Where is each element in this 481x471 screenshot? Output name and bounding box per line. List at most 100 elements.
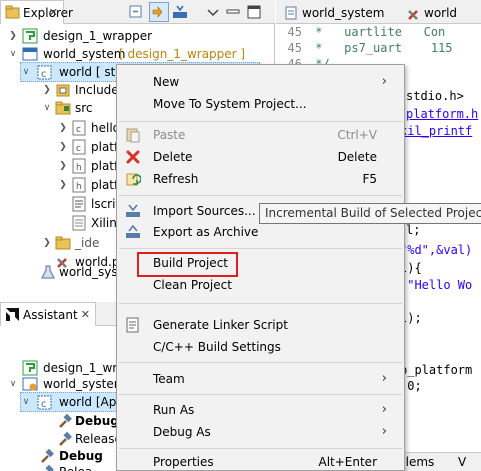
menu-item-paste: Paste Ctrl+V <box>117 124 404 146</box>
menu-item-refresh[interactable]: Refresh F5 <box>117 168 404 190</box>
export-icon <box>126 224 140 238</box>
collapse-all-icon[interactable] <box>128 4 144 20</box>
menu-item-c-cpp-build-settings[interactable]: C/C++ Build Settings <box>117 336 404 358</box>
menu-item-label: Paste <box>153 128 186 142</box>
tab-other[interactable]: V <box>458 455 466 469</box>
menu-item-run-as[interactable]: Run As › <box>117 399 404 421</box>
menu-item-delete[interactable]: Delete Delete <box>117 146 404 168</box>
build-icon[interactable] <box>172 4 188 20</box>
tooltip: Incremental Build of Selected Projects <box>259 203 481 224</box>
menu-item-new[interactable]: New › <box>117 71 404 93</box>
menu-item-team[interactable]: Team › <box>117 368 404 390</box>
chevron-right-icon[interactable]: ❯ <box>58 118 68 138</box>
flask-icon <box>41 265 55 279</box>
code-text: l; <box>406 223 421 237</box>
editor-tab-world-system[interactable]: world_system <box>280 2 392 24</box>
amd-logo-icon <box>6 308 19 321</box>
chevron-right-icon[interactable]: ❯ <box>42 233 52 253</box>
tree-item-label: world_system <box>43 377 126 391</box>
tree-item-label: world_system <box>43 47 126 61</box>
system-project-icon <box>22 47 38 61</box>
tab-assistant[interactable]: Assistant ✕ <box>0 302 96 326</box>
svg-text:h: h <box>76 163 82 173</box>
tools-icon <box>408 10 418 20</box>
menu-item-debug-as[interactable]: Debug As › <box>117 421 404 443</box>
editor-tab-label: world_system <box>302 6 385 20</box>
chevron-right-icon[interactable]: ❯ <box>8 26 18 46</box>
code-text: * ps7_uart 115 <box>308 41 453 55</box>
menu-item-generate-linker-script[interactable]: Generate Linker Script <box>117 314 404 336</box>
menu-item-label: Run As <box>153 403 195 417</box>
menu-separator <box>119 303 402 304</box>
maximize-icon[interactable] <box>246 4 262 20</box>
menu-separator <box>119 394 402 395</box>
code-line: 45 * uartlite Con <box>276 24 446 40</box>
application-project-icon: c <box>37 65 52 80</box>
view-menu-icon[interactable] <box>205 4 221 20</box>
menu-separator <box>119 121 402 122</box>
tree-item-label: platf <box>91 178 119 192</box>
menu-item-label: New <box>153 75 180 89</box>
code-line: 45 * ps7_uart 115 <box>276 40 453 56</box>
platform-project-icon <box>22 28 38 44</box>
delete-icon <box>126 150 140 164</box>
close-icon[interactable]: ✕ <box>49 1 58 25</box>
close-icon[interactable]: ✕ <box>81 303 90 327</box>
submenu-arrow-icon: › <box>381 74 387 89</box>
document-icon <box>285 6 297 20</box>
submenu-arrow-icon: › <box>381 402 387 417</box>
hammer-icon <box>41 448 54 463</box>
line-number: 45 <box>287 25 302 39</box>
menu-item-clean-project[interactable]: Clean Project <box>117 274 404 296</box>
menu-item-shortcut: Alt+Enter <box>318 455 377 469</box>
tab-assistant-label: Assistant <box>23 308 78 322</box>
code-line: "%d",&val) <box>400 242 472 258</box>
menu-separator <box>119 448 402 449</box>
c-file-icon: c <box>72 139 86 155</box>
menu-separator <box>119 195 402 196</box>
link-editor-icon[interactable] <box>149 2 169 22</box>
editor-tab-world[interactable]: world <box>402 2 465 24</box>
menu-separator <box>119 362 402 363</box>
submenu-arrow-icon: › <box>381 371 387 386</box>
chevron-down-icon[interactable]: ∨ <box>21 62 31 82</box>
chevron-right-icon[interactable]: ❯ <box>58 137 68 157</box>
tree-item-label: platf <box>91 159 119 173</box>
chevron-down-icon[interactable]: ∨ <box>42 98 52 118</box>
svg-text:c: c <box>76 125 81 135</box>
refresh-icon <box>126 173 141 186</box>
menu-item-label: Export as Archive <box>153 225 259 239</box>
menu-item-properties[interactable]: Properties Alt+Enter <box>117 451 404 471</box>
code-text: platform.h <box>406 107 479 121</box>
menu-item-move-to-system-project[interactable]: Move To System Project... <box>117 93 404 115</box>
menu-item-export-as-archive[interactable]: Export as Archive <box>117 221 404 243</box>
explorer-tabbar: Explorer ✕ <box>0 0 275 24</box>
code-line: ("Hello Wo <box>400 277 472 293</box>
tab-explorer[interactable]: Explorer ✕ <box>0 0 73 25</box>
menu-item-shortcut: F5 <box>362 172 377 186</box>
chevron-right-icon[interactable]: ❯ <box>58 175 68 195</box>
chevron-down-icon[interactable]: ∨ <box>21 392 31 412</box>
chevron-down-icon[interactable]: ∨ <box>8 44 18 64</box>
svg-text:h: h <box>76 182 82 192</box>
assistant-item-world-selected[interactable]: ∨ c world [App <box>20 392 124 412</box>
c-file-icon: c <box>72 120 86 136</box>
chevron-right-icon[interactable]: ❯ <box>42 80 52 100</box>
text-file-icon <box>72 215 86 231</box>
svg-text:c: c <box>41 69 47 80</box>
code-text: p_platform <box>400 363 473 377</box>
code-text: "%d",&val) <box>400 243 473 257</box>
system-project-icon <box>22 377 38 391</box>
application-project-icon: c <box>37 395 52 410</box>
code-line: platform.h <box>406 106 478 122</box>
minimize-icon[interactable] <box>225 4 241 20</box>
editor-tabbar: world_system world <box>276 0 481 24</box>
hammer-icon <box>45 464 54 471</box>
import-icon <box>126 204 140 217</box>
chevron-down-icon[interactable]: ∨ <box>8 374 18 394</box>
chevron-right-icon[interactable]: ❯ <box>58 156 68 176</box>
menu-separator <box>119 248 402 249</box>
paste-icon <box>126 128 140 143</box>
svg-text:c: c <box>76 144 81 154</box>
tree-item-decoration: [ design_1_wrapper ] <box>119 47 246 61</box>
